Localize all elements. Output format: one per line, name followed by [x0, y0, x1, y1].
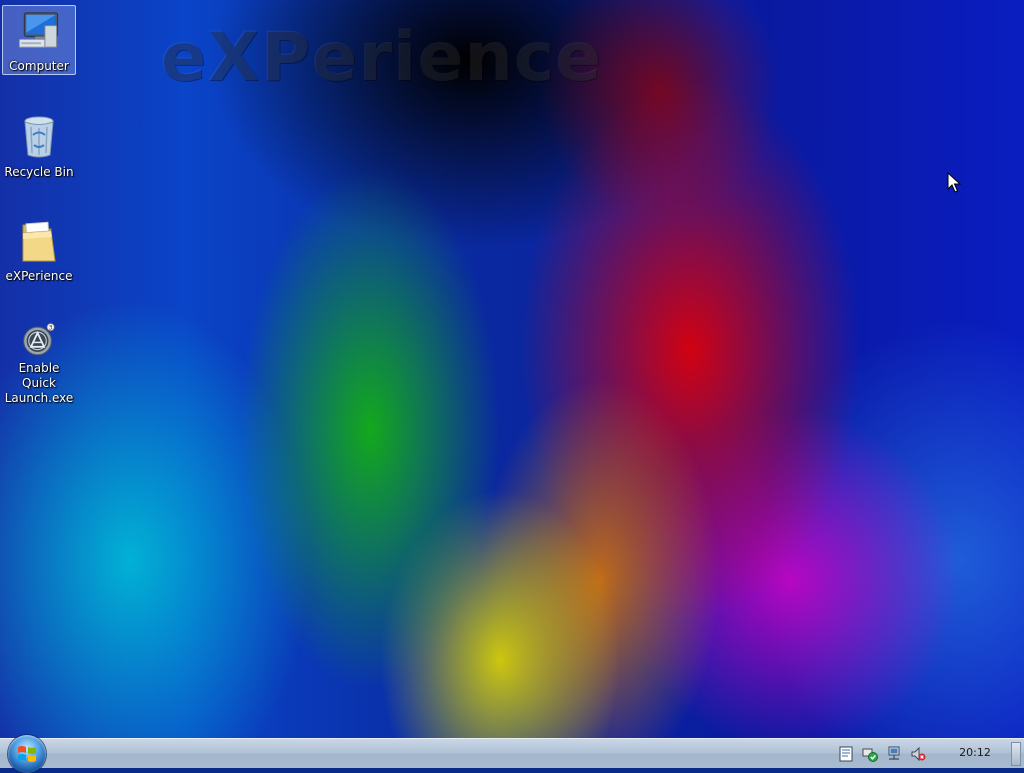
network-icon[interactable]	[886, 746, 902, 762]
volume-muted-icon[interactable]	[910, 746, 926, 762]
mouse-pointer-icon	[947, 172, 961, 193]
desktop-wallpaper: eXPerience	[0, 0, 1024, 738]
desktop-icon-label: Recycle Bin	[4, 165, 74, 179]
desktop-icon-recycle-bin[interactable]: Recycle Bin	[2, 111, 76, 181]
start-button[interactable]	[8, 735, 46, 773]
desktop-icon-label: eXPerience	[5, 269, 73, 283]
computer-icon	[18, 12, 59, 48]
notes-icon[interactable]	[838, 746, 854, 762]
desktop-icon-label: Computer	[9, 59, 69, 73]
taskbar-clock[interactable]: 20:12	[950, 746, 1000, 759]
taskbar: 20:12	[0, 735, 1024, 773]
desktop-icon-computer[interactable]: Computer	[2, 5, 76, 75]
svg-text:3: 3	[49, 325, 53, 331]
wallpaper-logo-text: eXPerience	[160, 18, 603, 97]
app-icon: 3	[23, 323, 55, 356]
desktop-icon-label: Enable Quick Launch.exe	[4, 361, 74, 405]
desktop-icon-experience-folder[interactable]: eXPerience	[2, 215, 76, 287]
security-shield-icon[interactable]	[862, 746, 878, 762]
desktop-icon-enable-quick-launch[interactable]: 3 Enable Quick Launch.exe	[2, 320, 76, 406]
show-desktop-button[interactable]	[1011, 742, 1021, 766]
start-orb-icon	[18, 746, 36, 762]
recycle-bin-icon	[24, 116, 54, 158]
system-tray	[838, 739, 934, 769]
folder-icon	[22, 221, 56, 262]
